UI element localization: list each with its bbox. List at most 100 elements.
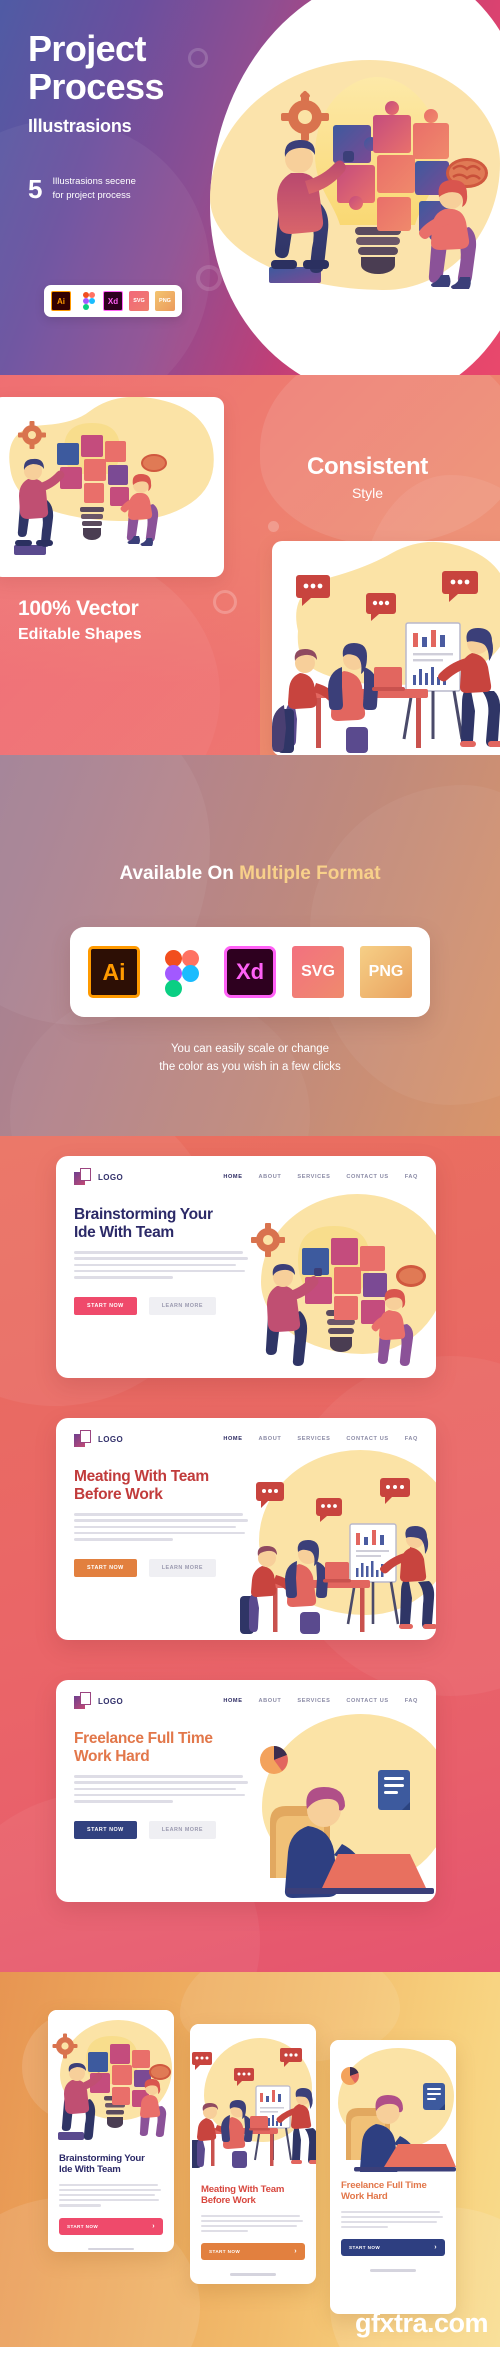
team-meeting-illustration: [192, 2048, 316, 2168]
lightbulb-puzzle-illustration: [52, 2033, 171, 2140]
svg-icon[interactable]: SVG: [292, 946, 344, 998]
ring-decoration: [213, 590, 237, 614]
mockup-title-line2: Ide With Team: [74, 1224, 174, 1242]
web-mockup-card-meeting: LOGO HOME ABOUT SERVICES CONTACT US FAQ …: [56, 1418, 436, 1640]
nav-item-services[interactable]: SERVICES: [297, 1436, 330, 1442]
learn-more-button[interactable]: LEARN MORE: [148, 1820, 216, 1839]
mobile-paragraph: [341, 2210, 445, 2229]
hero-count-row: 5 Illustrasions secene for project proce…: [28, 175, 164, 203]
nav-item-home[interactable]: HOME: [223, 1436, 242, 1442]
nav-menu: HOME ABOUT SERVICES CONTACT US FAQ: [223, 1174, 418, 1180]
png-icon[interactable]: PNG: [360, 946, 412, 998]
hero-title-line2: Process: [28, 66, 165, 108]
hero-count-text-line1: Illustrasions secene: [52, 176, 136, 188]
nav-item-services[interactable]: SERVICES: [297, 1174, 330, 1180]
dot-decoration: [268, 521, 279, 532]
formats-note-line1: You can easily scale or change: [170, 1043, 330, 1055]
hero-ring-decoration: [188, 48, 208, 68]
formats-note-line2: the color as you wish in a few clicks: [159, 1060, 341, 1073]
mobile-paragraph: [201, 2214, 305, 2233]
hero-lightbulb-puzzle-illustration: [269, 77, 488, 289]
mobile-illustration-area: [48, 2010, 174, 2145]
mobile-title-line2: Before Work: [201, 2195, 256, 2207]
adobe-xd-icon[interactable]: Xd: [224, 946, 276, 998]
nav-item-faq[interactable]: FAQ: [405, 1436, 418, 1442]
nav-item-about[interactable]: ABOUT: [259, 1436, 282, 1442]
learn-more-button[interactable]: LEARN MORE: [148, 1296, 216, 1315]
mockup-title-line1: Freelance Full Time: [74, 1730, 213, 1747]
nav-item-contact-us[interactable]: CONTACT US: [346, 1698, 388, 1704]
lightbulb-puzzle-illustration: [250, 1223, 426, 1366]
logo[interactable]: LOGO: [74, 1430, 123, 1448]
consistent-heading-block: Consistent Style: [245, 453, 490, 501]
chevron-right-icon: ›: [152, 2222, 155, 2230]
preview-page: Project Process Illustrasions 5 Illustra…: [0, 0, 500, 2347]
start-now-button[interactable]: START NOW ›: [341, 2239, 445, 2257]
consistent-style-section: Consistent Style 100% Vector Editable Sh…: [0, 375, 500, 755]
svg-icon: SVG: [129, 291, 149, 311]
formats-title-highlight: Multiple Format: [239, 863, 381, 884]
mobile-title-line2: Ide With Team: [59, 2164, 121, 2176]
illustrator-icon[interactable]: Ai: [88, 946, 140, 998]
mockup-title-line1: Brainstorming Your: [74, 1206, 213, 1223]
consistent-card-meeting: [272, 541, 500, 755]
formats-note: You can easily scale or change the color…: [0, 1041, 500, 1077]
start-now-button[interactable]: START NOW ›: [201, 2243, 305, 2261]
nav-item-home[interactable]: HOME: [223, 1698, 242, 1704]
start-now-label: START NOW: [349, 2245, 381, 2251]
logo[interactable]: LOGO: [74, 1168, 123, 1186]
chevron-right-icon: ›: [294, 2248, 297, 2256]
chevron-right-icon: ›: [434, 2244, 437, 2252]
web-mockups-section: LOGO HOME ABOUT SERVICES CONTACT US FAQ …: [0, 1136, 500, 1972]
hero-text-block: Project Process Illustrasions 5 Illustra…: [28, 29, 165, 203]
home-indicator: [88, 2247, 134, 2251]
nav-item-services[interactable]: SERVICES: [297, 1698, 330, 1704]
logo-text: LOGO: [98, 1434, 124, 1444]
mockup-illustration-area: [250, 1186, 436, 1376]
formats-title-plain: Available On: [119, 863, 240, 884]
figma-icon[interactable]: [156, 946, 208, 998]
nav-item-faq[interactable]: FAQ: [405, 1698, 418, 1704]
logo-text: LOGO: [98, 1172, 124, 1182]
freelancer-desk-illustration: [341, 2067, 456, 2172]
nav-item-faq[interactable]: FAQ: [405, 1174, 418, 1180]
mockup-paragraph: [74, 1251, 254, 1279]
lightbulb-puzzle-illustration-small: [9, 397, 214, 555]
figma-icon: [77, 291, 97, 311]
nav-item-contact-us[interactable]: CONTACT US: [346, 1436, 388, 1442]
hero-count-number: 5: [28, 174, 43, 205]
start-now-button[interactable]: START NOW: [74, 1820, 137, 1839]
formats-badge-card: Ai Xd SVG PNG: [70, 927, 430, 1017]
start-now-button[interactable]: START NOW ›: [59, 2217, 163, 2235]
mockup-navbar: LOGO HOME ABOUT SERVICES CONTACT US FAQ: [56, 1418, 436, 1448]
adobe-xd-icon: Xd: [103, 291, 123, 311]
start-now-button[interactable]: START NOW: [74, 1296, 137, 1315]
learn-more-button[interactable]: LEARN MORE: [148, 1558, 216, 1577]
mobile-title-line1: Freelance Full Time: [341, 2180, 427, 2191]
home-indicator: [230, 2273, 276, 2276]
formats-title: Available On Multiple Format: [0, 863, 500, 885]
consistent-subheading: Style: [351, 485, 384, 501]
vector-claim-block: 100% Vector Editable Shapes: [18, 597, 142, 644]
vector-claim-line1: 100% Vector: [18, 597, 139, 620]
mockup-illustration-area: [254, 1710, 436, 1900]
nav-item-about[interactable]: ABOUT: [259, 1698, 282, 1704]
nav-item-about[interactable]: ABOUT: [259, 1174, 282, 1180]
start-now-button[interactable]: START NOW: [74, 1558, 137, 1577]
mockup-title-line1: Meating With Team: [74, 1468, 209, 1485]
start-now-label: START NOW: [209, 2249, 241, 2255]
mobile-title-line1: Meating With Team: [201, 2184, 285, 2195]
hero-format-badge-bar: Ai Xd SVG PNG: [44, 285, 182, 317]
nav-item-contact-us[interactable]: CONTACT US: [346, 1174, 388, 1180]
mobile-mockup-brainstorming: Brainstorming Your Ide With Team START N…: [48, 2010, 174, 2252]
mockup-paragraph: [74, 1513, 254, 1541]
formats-section: Available On Multiple Format Ai Xd SVG P…: [0, 755, 500, 1136]
png-icon: PNG: [155, 291, 175, 311]
mobile-illustration-area: [330, 2040, 456, 2172]
watermark: gfxtra.com: [354, 2308, 489, 2338]
mobile-paragraph: [59, 2183, 163, 2207]
mobile-mockups-section: Brainstorming Your Ide With Team START N…: [0, 1972, 500, 2347]
logo[interactable]: LOGO: [74, 1692, 123, 1710]
nav-item-home[interactable]: HOME: [223, 1174, 242, 1180]
mobile-title-line2: Work Hard: [341, 2191, 388, 2203]
